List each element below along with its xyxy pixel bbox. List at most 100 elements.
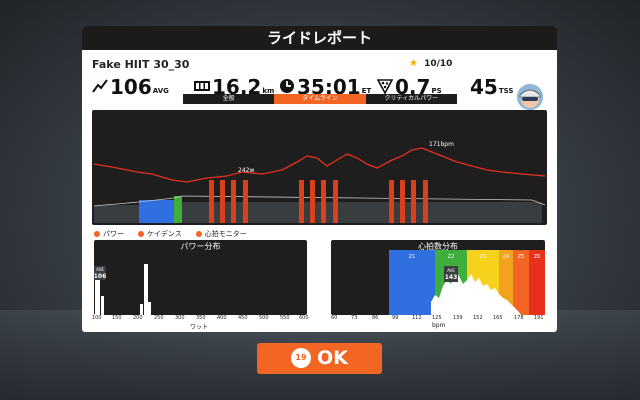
power-distribution-chart: パワー分布 AVE 106: [94, 240, 307, 315]
hr-tick: 178: [514, 315, 524, 321]
power-area-zone1: [139, 200, 174, 223]
legend-power[interactable]: パワー: [94, 229, 124, 239]
hr-tick: 191: [534, 315, 544, 321]
heart-rate-distribution-chart: 心拍数分布 Z1 Z2 Z3 Z4 Z5 Z6 AVE 143: [331, 240, 545, 315]
hr-tick: 73: [351, 315, 358, 321]
power-peak-label: 242w: [238, 167, 254, 174]
hr-avg-value: 143: [445, 274, 458, 281]
hr-tick: 60: [331, 315, 338, 321]
hr-zone-label: Z5: [518, 254, 525, 260]
hr-tick: 139: [453, 315, 463, 321]
power-xlabel: ワット: [190, 324, 209, 331]
hr-tick: 86: [372, 315, 379, 321]
tab-timeline[interactable]: タイムライン: [274, 94, 366, 104]
power-dist-title: パワー分布: [180, 242, 221, 251]
legend-dot-icon: [94, 231, 100, 237]
hr-zone-label: Z2: [448, 254, 455, 260]
avatar: [517, 84, 543, 110]
power-tick: 350: [196, 315, 206, 321]
pizza-icon: [377, 79, 393, 94]
legend-cadence-label: ケイデンス: [147, 230, 182, 238]
hr-tick: 165: [493, 315, 503, 321]
interval-bar: [411, 180, 416, 223]
power-tick: 250: [154, 315, 164, 321]
clock-icon: [280, 79, 294, 93]
interval-bar: [209, 180, 214, 223]
odometer-icon: [194, 81, 210, 91]
power-tick: 550: [280, 315, 290, 321]
interval-bar: [299, 180, 304, 223]
power-icon: [92, 79, 108, 93]
star-icon: ★: [409, 58, 418, 69]
rating-value: 10/10: [424, 59, 453, 69]
power-tick: 300: [175, 315, 185, 321]
legend-cadence[interactable]: ケイデンス: [138, 229, 182, 239]
ride-name: Fake HIIT 30_30: [92, 58, 190, 71]
timeline-svg: 242w 171bpm: [93, 141, 546, 223]
power-fill-area: [93, 195, 546, 223]
ride-report-modal: ライドレポート Fake HIIT 30_30 ★ 10/10 106 AVG …: [82, 26, 557, 332]
interval-bar: [389, 180, 394, 223]
legend-dot-icon: [138, 231, 144, 237]
stat-avg-power: 106 AVG: [92, 74, 169, 98]
tss-unit: TSS: [498, 87, 514, 95]
legend-power-label: パワー: [103, 230, 124, 238]
report-tabs: 全般 タイムライン クリティカルパワー: [183, 94, 457, 104]
hr-tick: 152: [473, 315, 483, 321]
interval-bar: [231, 180, 236, 223]
power-tick: 150: [112, 315, 122, 321]
power-avg-label: AVE: [96, 267, 104, 272]
hr-tick: 112: [412, 315, 422, 321]
interval-bar: [321, 180, 326, 223]
avg-power-unit: AVG: [152, 87, 169, 95]
hr-xlabel: bpm: [432, 322, 446, 329]
ride-info-row: Fake HIIT 30_30 ★ 10/10: [92, 58, 547, 72]
hr-zone-label: Z4: [503, 254, 510, 260]
ride-rating: ★ 10/10: [409, 58, 452, 69]
interval-bar: [310, 180, 315, 223]
hr-zone-label: Z3: [480, 254, 487, 260]
avg-power-value: 106: [110, 75, 152, 99]
hr-avg-label: AVE: [447, 268, 455, 273]
power-dist-bar: [148, 302, 151, 315]
interval-bar: [400, 180, 405, 223]
hr-dist-title: 心拍数分布: [418, 242, 458, 251]
countdown-badge: 19: [291, 348, 311, 368]
power-tick: 100: [92, 315, 102, 321]
hr-peak-label: 171bpm: [429, 141, 454, 148]
timeline-legend: パワー ケイデンス 心拍モニター: [94, 228, 247, 240]
power-tick: 400: [217, 315, 227, 321]
tab-overview[interactable]: 全般: [183, 94, 275, 104]
legend-hr-label: 心拍モニター: [204, 230, 247, 238]
hr-zone-label: Z1: [409, 254, 416, 260]
tab-critical-power[interactable]: クリティカルパワー: [365, 94, 457, 104]
interval-bar: [220, 180, 225, 223]
power-dist-bar: [140, 304, 143, 315]
power-tick: 200: [133, 315, 143, 321]
power-area-warmup: [94, 205, 139, 223]
power-dist-bar: [101, 296, 104, 315]
legend-dot-icon: [195, 231, 202, 237]
power-tick: 500: [259, 315, 269, 321]
interval-bar: [333, 180, 338, 223]
power-tick: 600: [299, 315, 309, 321]
power-dist-bar: [144, 264, 148, 315]
rider-avatar-icon: [517, 84, 543, 110]
power-area-zone2: [174, 196, 182, 223]
legend-heart-rate[interactable]: 心拍モニター: [195, 229, 247, 239]
hr-zone-label: Z6: [534, 254, 541, 260]
ok-label: OK: [317, 347, 348, 369]
timeline-chart: 242w 171bpm: [92, 110, 547, 225]
hr-tick: 125: [432, 315, 442, 321]
stat-tss: 45 TSS: [470, 74, 513, 98]
power-tick: 450: [238, 315, 248, 321]
interval-bar: [423, 180, 428, 223]
interval-bar: [243, 180, 248, 223]
ok-button[interactable]: 19 OK: [257, 343, 382, 374]
heart-rate-line: [93, 147, 546, 183]
tss-value: 45: [470, 75, 498, 99]
power-dist-bar: [95, 280, 100, 315]
hr-tick: 99: [392, 315, 399, 321]
report-title: ライドレポート: [82, 26, 557, 50]
power-avg-value: 106: [94, 273, 106, 280]
